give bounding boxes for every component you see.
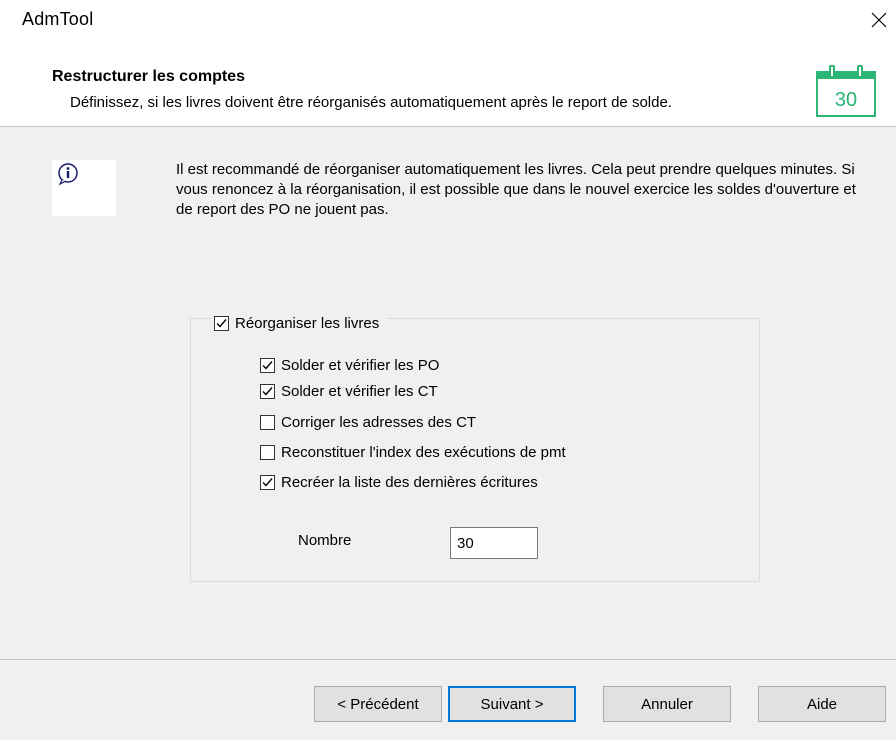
page-description: Définissez, si les livres doivent être r… (70, 94, 672, 111)
checkbox-reconstituer-index[interactable] (260, 444, 275, 460)
checkbox-recreer-liste[interactable] (260, 474, 275, 490)
info-message: Il est recommandé de réorganiser automat… (176, 161, 856, 218)
option-corriger-adresses[interactable]: Corriger les adresses des CT (260, 412, 476, 432)
reorganize-books-checkbox-row[interactable]: Réorganiser les livres (212, 312, 388, 334)
nombre-label: Nombre (298, 532, 352, 549)
close-icon (871, 12, 887, 28)
checkbox-corriger-adresses[interactable] (260, 414, 275, 430)
previous-button[interactable]: < Précédent (314, 686, 442, 722)
calendar-number: 30 (835, 89, 857, 111)
option-solder-ct[interactable]: Solder et vérifier les CT (260, 381, 438, 401)
next-button[interactable]: Suivant > (448, 686, 576, 722)
option-recreer-liste[interactable]: Recréer la liste des dernières écritures (260, 472, 538, 492)
help-button[interactable]: Aide (758, 686, 886, 722)
option-label: Reconstituer l'index des exécutions de p… (281, 443, 566, 461)
checkbox-solder-po[interactable] (260, 357, 275, 373)
page-title: Restructurer les comptes (52, 68, 245, 85)
checkmark-icon (262, 386, 273, 396)
reorganize-books-label: Réorganiser les livres (235, 314, 380, 332)
info-icon-box (52, 160, 116, 216)
checkmark-icon (262, 477, 273, 487)
checkbox-solder-ct[interactable] (260, 383, 275, 399)
checkmark-icon (262, 360, 273, 370)
title-bar: AdmTool (0, 0, 896, 46)
calendar-icon: 30 (816, 65, 876, 117)
window-title: AdmTool (22, 9, 94, 29)
option-reconstituer-index[interactable]: Reconstituer l'index des exécutions de p… (260, 442, 566, 462)
reorganize-books-checkbox[interactable] (214, 315, 229, 331)
info-icon (58, 163, 78, 186)
option-solder-po[interactable]: Solder et vérifier les PO (260, 355, 439, 375)
option-label: Corriger les adresses des CT (281, 413, 477, 431)
checkmark-icon (216, 318, 227, 328)
option-label: Solder et vérifier les PO (281, 356, 440, 374)
option-label: Recréer la liste des dernières écritures (281, 473, 538, 491)
option-label: Solder et vérifier les CT (281, 382, 438, 400)
nombre-input[interactable] (450, 527, 538, 559)
cancel-button[interactable]: Annuler (603, 686, 731, 722)
close-button[interactable] (862, 2, 896, 38)
wizard-header: Restructurer les comptes Définissez, si … (0, 46, 896, 126)
